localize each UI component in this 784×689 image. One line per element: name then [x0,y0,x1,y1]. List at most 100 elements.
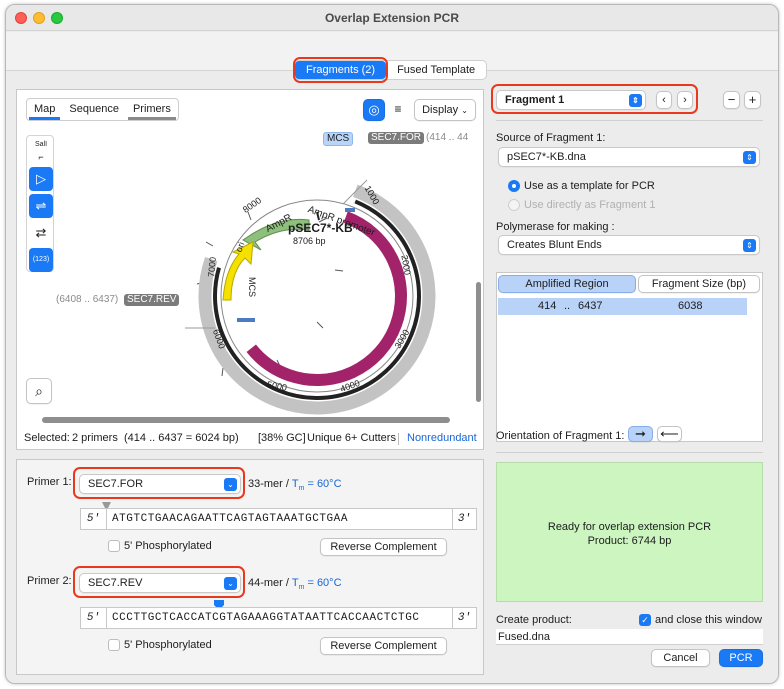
tab-primers[interactable]: Primers [126,99,178,120]
primer2-mer: 44-mer [248,577,283,589]
fragment-size-header[interactable]: Fragment Size (bp) [638,275,760,293]
use-directly-label: Use directly as Fragment 1 [524,199,656,211]
chevron-updown-icon: ⇕ [743,151,756,164]
tab-sequence[interactable]: Sequence [62,99,126,120]
orientation-forward-button[interactable]: ➞ [628,426,653,442]
row-size: 6038 [678,300,703,312]
use-directly-radio[interactable] [508,199,520,211]
tick-label-7000: 7000 [206,256,218,278]
use-as-template-radio[interactable] [508,180,520,192]
horizontal-scrollbar[interactable] [42,417,450,423]
plasmid-map[interactable] [17,122,483,422]
status-gc: [38% GC] [258,432,306,444]
tm-prefix: T [291,577,299,589]
primer2-tm[interactable]: Tm = 60°C [291,577,342,591]
primer2-sequence: CCCTTGCTCACCATCGTAGAAAGGTATAATTCACCAACTC… [112,612,420,624]
status-selected-label: Selected: [24,432,70,444]
primer2-phosphorylated-checkbox[interactable] [108,639,120,651]
circular-view-button[interactable]: ◎ [363,99,385,121]
primer1-phosphorylated-checkbox[interactable] [108,540,120,552]
source-label: Source of Fragment 1: [496,132,606,144]
primer-rev-range: (6408 .. 6437) [56,294,119,305]
primer1-mer: 33-mer [248,478,283,490]
status-nonredundant-link[interactable]: Nonredundant [407,432,477,444]
arrow-left-icon: ⟵ [660,426,679,441]
zoom-window-button[interactable] [51,12,63,24]
primer2-length: 44-mer / Tm = 60°C [248,577,342,592]
plasmid-size: 8706 bp [293,236,326,246]
tm-value: = 60°C [304,577,342,589]
primer1-reverse-complement-button[interactable]: Reverse Complement [320,538,447,556]
fragment-divider [496,120,763,121]
primer-rev-map-label[interactable]: SEC7.REV [124,294,180,306]
primer1-phosphorylated-label: 5' Phosphorylated [124,540,212,552]
use-as-template-label: Use as a template for PCR [524,180,655,192]
row-start: 414 [538,300,557,312]
primer2-phosphorylated-label: 5' Phosphorylated [124,639,212,651]
pcr-button[interactable]: PCR [719,649,763,667]
result-text: Ready for overlap extension PCR Product:… [497,520,762,548]
close-window-label: and close this window [655,614,763,626]
vertical-scrollbar[interactable] [476,282,481,402]
checkmark-icon: ✓ [641,615,649,625]
cancel-button[interactable]: Cancel [651,649,710,667]
polymerase-select[interactable]: Creates Blunt Ends ⇕ [498,235,760,255]
highlight-fragment-select [491,84,698,114]
view-tabs: Map Sequence Primers [26,98,179,121]
close-window-checkbox[interactable]: ✓ [639,614,651,626]
minus-icon: − [727,92,736,107]
tab-map[interactable]: Map [27,99,62,120]
window-title: Overlap Extension PCR [324,11,460,25]
highlight-primer2-select [73,566,245,598]
primer1-length: 33-mer / Tm = 60°C [248,478,342,493]
primer2-label: Primer 2: [27,575,72,587]
mcs-feature-marker[interactable] [237,318,255,322]
primer1-3prime: 3' [452,509,476,529]
primer-for-range: (414 .. 44 [426,132,469,143]
table-row[interactable]: 414 .. 6437 6038 [498,298,747,315]
status-divider [398,433,399,445]
status-selected-value: 2 primers [72,432,118,444]
close-window-button[interactable] [15,12,27,24]
primer1-5prime: 5' [81,509,107,529]
row-end: 6437 [578,300,603,312]
orientation-reverse-button[interactable]: ⟵ [657,426,682,442]
linear-view-button[interactable]: ≡ [387,99,409,121]
content: Fragments (2) Fused Template Map Sequenc… [6,32,778,683]
tab-fused-template[interactable]: Fused Template [386,61,486,79]
chevron-updown-icon: ⇕ [743,239,756,252]
add-fragment-button[interactable]: + [744,91,761,109]
result-line1: Ready for overlap extension PCR [547,521,712,533]
primer2-3prime: 3' [452,608,476,628]
primer1-tm[interactable]: Tm = 60°C [292,478,342,492]
plus-icon: + [748,92,757,107]
status-cutters[interactable]: Unique 6+ Cutters [307,432,396,444]
amplified-region-header[interactable]: Amplified Region [498,275,636,293]
result-line2: Product: 6744 bp [587,535,672,547]
mcs-feature-label: MCS [247,277,257,297]
tm-value: = 60°C [304,478,342,490]
remove-fragment-button[interactable]: − [723,91,740,109]
primer2-sequence-field[interactable]: 5' CCCTTGCTCACCATCGTAGAAAGGTATAATTCACCAA… [80,607,477,629]
minimize-window-button[interactable] [33,12,45,24]
highlight-primer1-select [73,467,245,499]
source-value: pSEC7*-KB.dna [507,151,586,163]
mcs-feature-marker-top[interactable] [345,208,355,212]
primer1-sequence-field[interactable]: 5' ATGTCTGAACAGAATTCAGTAGTAAATGCTGAA 3' [80,508,477,530]
highlight-fragments-tab [293,57,388,83]
circle-view-icon: ◎ [368,102,380,117]
polymerase-label: Polymerase for making : [496,221,615,233]
display-label: Display [422,104,459,116]
source-select[interactable]: pSEC7*-KB.dna ⇕ [498,147,760,167]
orientation-divider [496,452,763,453]
chevron-down-icon: ⌄ [461,106,468,115]
mcs-map-label[interactable]: MCS [323,132,354,146]
arrow-right-icon: ➞ [635,426,646,441]
primer1-sequence: ATGTCTGAACAGAATTCAGTAGTAAATGCTGAA [112,513,348,525]
display-menu-button[interactable]: Display ⌄ [414,99,476,121]
primer2-reverse-complement-button[interactable]: Reverse Complement [320,637,447,655]
orientation-label: Orientation of Fragment 1: [496,430,625,442]
product-filename-field[interactable]: Fused.dna [496,629,763,645]
primer-for-map-label[interactable]: SEC7.FOR [368,132,425,144]
title-bar: Overlap Extension PCR [6,5,778,31]
